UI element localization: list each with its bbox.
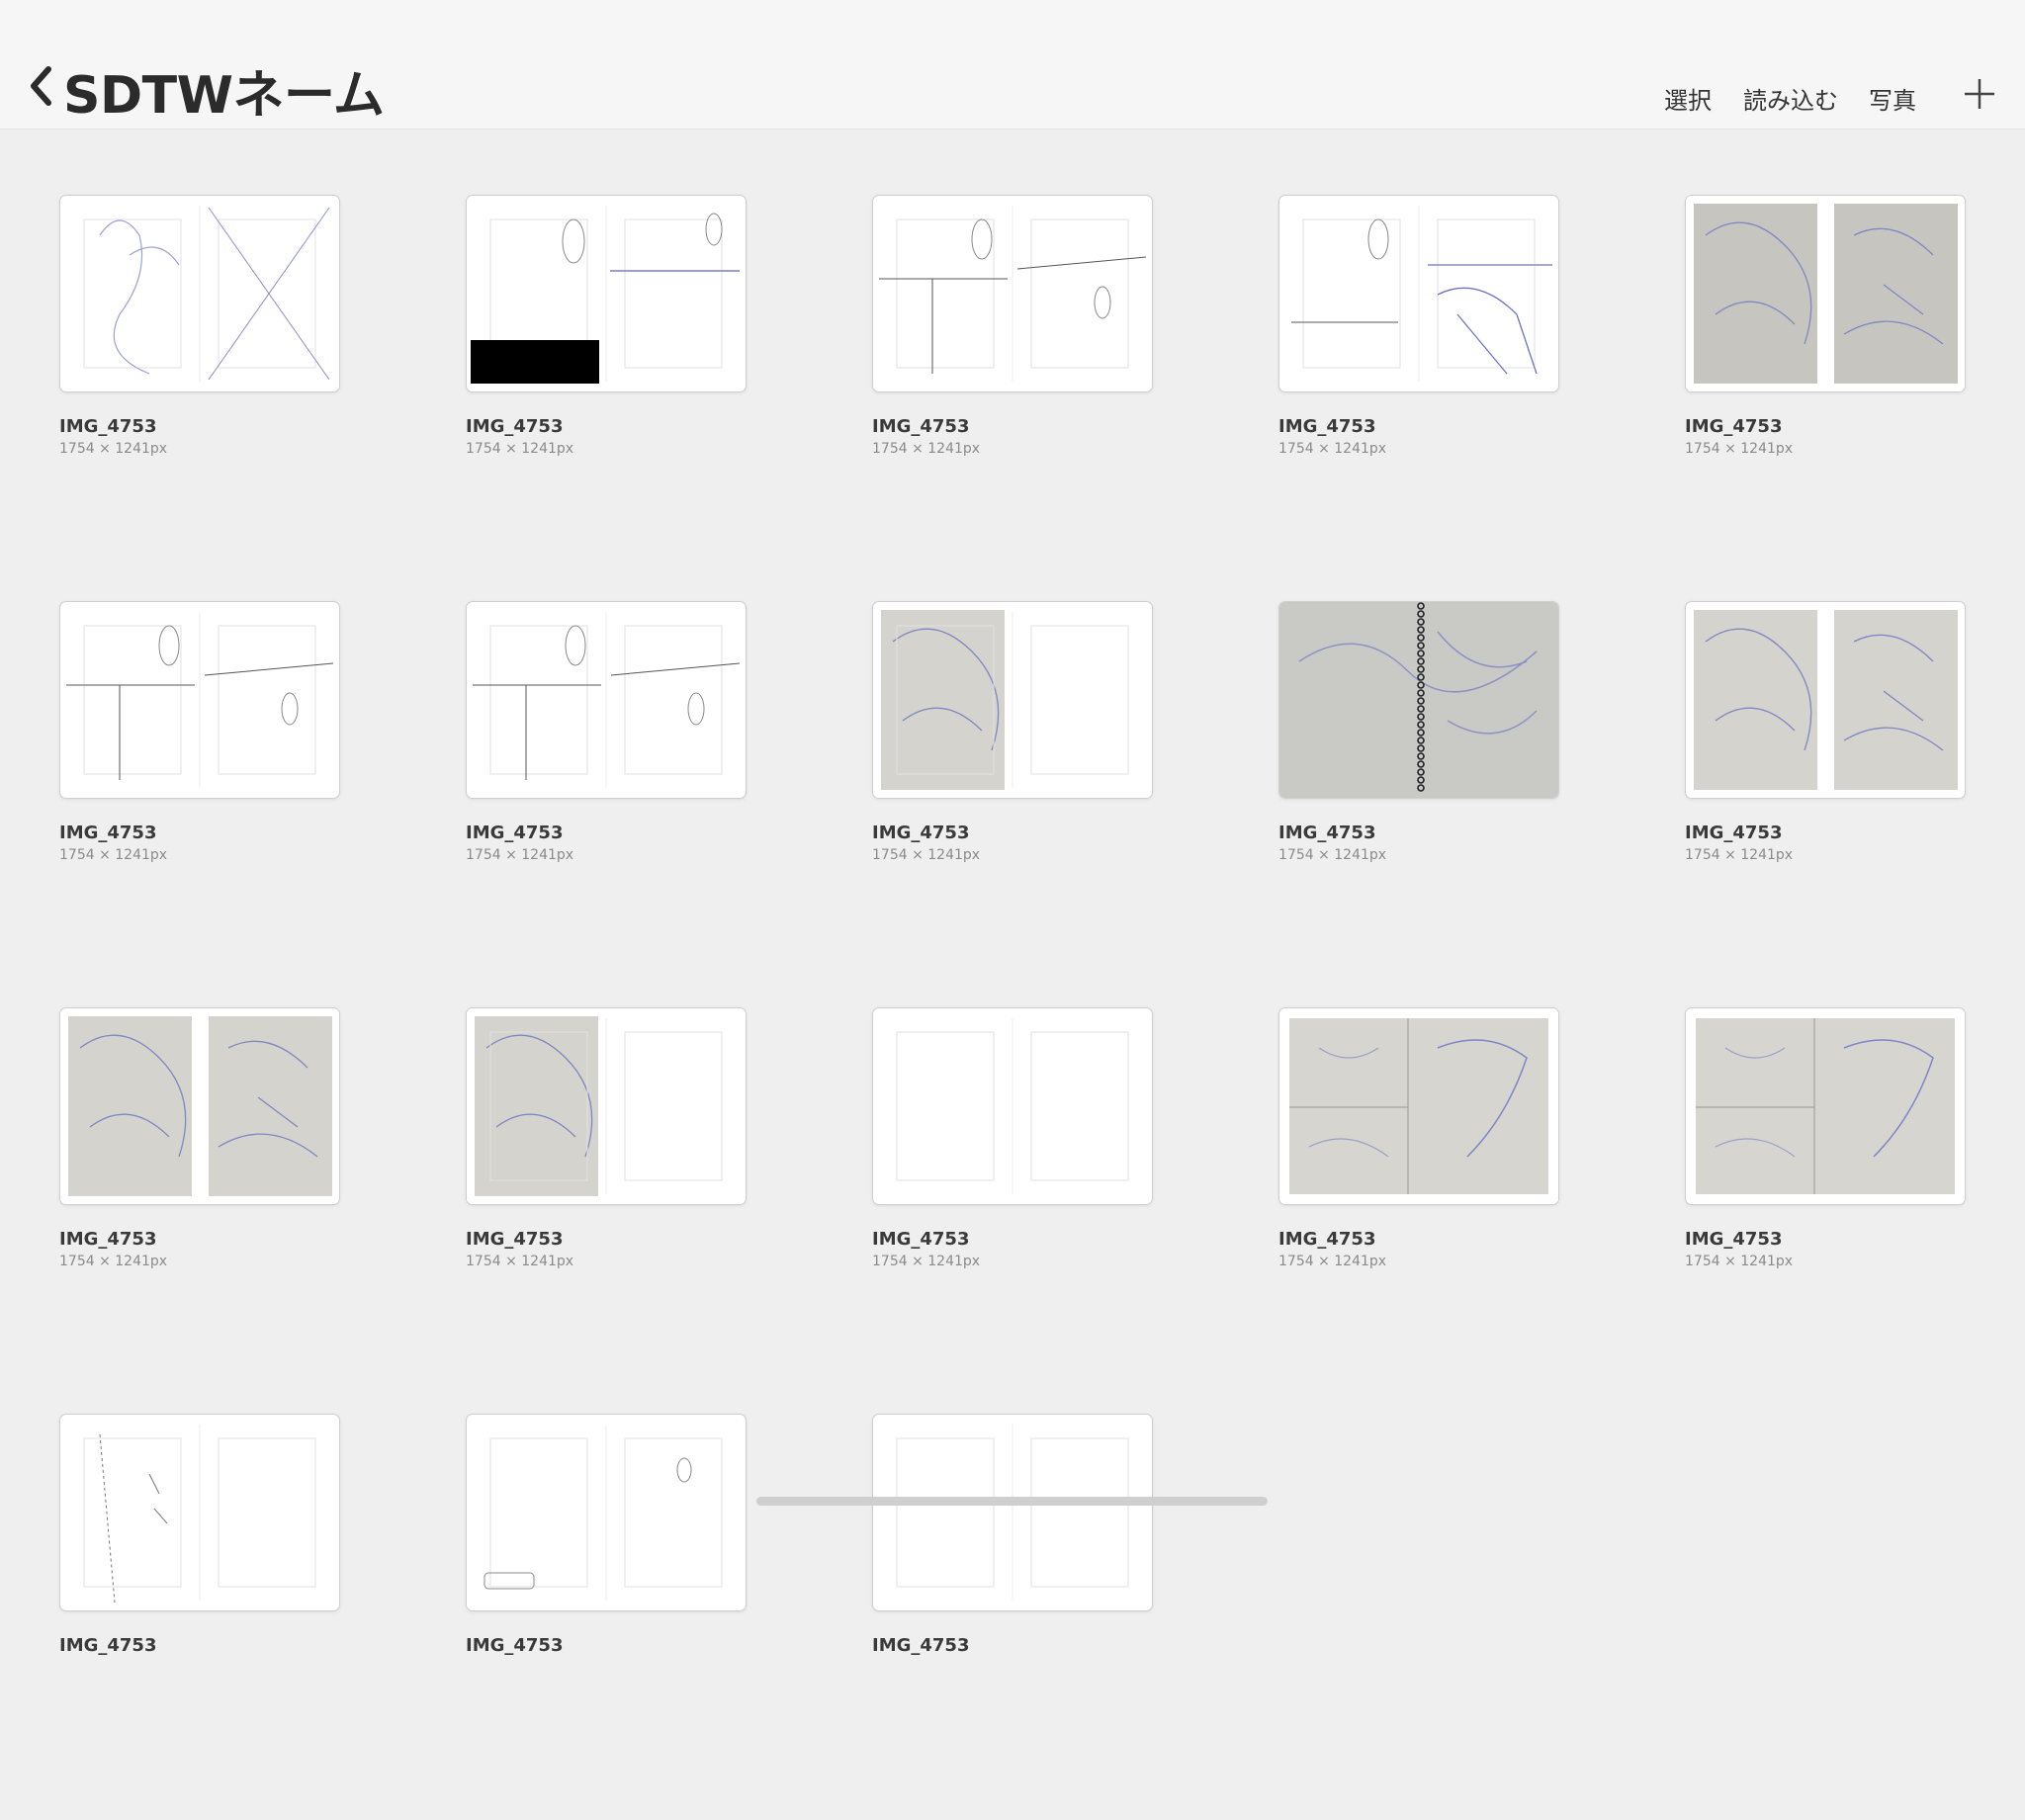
artwork-dimensions: 1754 × 1241px bbox=[59, 847, 168, 863]
artwork-preview-image bbox=[896, 1018, 1129, 1194]
artwork-name: IMG_4753 bbox=[872, 823, 970, 843]
artwork-dimensions: 1754 × 1241px bbox=[872, 441, 981, 457]
artwork-dimensions: 1754 × 1241px bbox=[872, 1254, 981, 1269]
artwork-thumbnail[interactable] bbox=[59, 195, 340, 392]
artwork-dimensions: 1754 × 1241px bbox=[59, 441, 168, 457]
artwork-thumbnail[interactable] bbox=[466, 1414, 747, 1611]
artwork-name: IMG_4753 bbox=[59, 1635, 157, 1656]
artwork-thumbnail[interactable] bbox=[1278, 195, 1559, 392]
artwork-card[interactable]: IMG_4753 1754 × 1241px bbox=[872, 601, 1153, 1007]
artwork-card[interactable]: IMG_4753 1754 × 1241px bbox=[1278, 1007, 1559, 1414]
artwork-thumbnail[interactable] bbox=[872, 1414, 1153, 1611]
artwork-preview-image bbox=[66, 612, 334, 788]
artwork-name: IMG_4753 bbox=[1278, 823, 1376, 843]
artwork-thumbnail[interactable] bbox=[466, 1007, 747, 1205]
artwork-dimensions: 1754 × 1241px bbox=[1685, 1254, 1794, 1269]
artwork-preview-image bbox=[1686, 196, 1965, 391]
artwork-thumbnail[interactable] bbox=[1685, 195, 1966, 392]
artwork-thumbnail[interactable] bbox=[59, 1414, 340, 1611]
artwork-name: IMG_4753 bbox=[1278, 416, 1376, 437]
artwork-card[interactable]: IMG_4753 bbox=[466, 1414, 747, 1820]
artwork-card[interactable]: IMG_4753 1754 × 1241px bbox=[466, 1007, 747, 1414]
artwork-preview-image bbox=[1279, 1008, 1558, 1204]
artwork-name: IMG_4753 bbox=[872, 416, 970, 437]
artwork-dimensions: 1754 × 1241px bbox=[466, 1254, 574, 1269]
navigation-bar: SDTWネーム 選択 読み込む 写真 bbox=[0, 0, 2025, 130]
artwork-name: IMG_4753 bbox=[59, 416, 157, 437]
artwork-card[interactable]: IMG_4753 1754 × 1241px bbox=[466, 195, 747, 601]
artwork-dimensions: 1754 × 1241px bbox=[872, 847, 981, 863]
artwork-preview-image bbox=[471, 206, 740, 384]
plus-icon bbox=[1965, 79, 1994, 109]
artwork-preview-image bbox=[83, 206, 330, 382]
artwork-name: IMG_4753 bbox=[466, 1635, 564, 1656]
artwork-dimensions: 1754 × 1241px bbox=[59, 1254, 168, 1269]
artwork-dimensions: 1754 × 1241px bbox=[466, 847, 574, 863]
artwork-thumbnail[interactable] bbox=[1685, 601, 1966, 799]
artwork-name: IMG_4753 bbox=[1685, 1229, 1783, 1250]
artwork-preview-image bbox=[467, 1008, 746, 1204]
artwork-preview-image bbox=[1686, 602, 1965, 798]
artwork-preview-image bbox=[1291, 206, 1552, 382]
artwork-thumbnail[interactable] bbox=[1278, 601, 1559, 799]
back-button[interactable] bbox=[22, 61, 61, 111]
artwork-thumbnail[interactable] bbox=[872, 195, 1153, 392]
artwork-card[interactable]: IMG_4753 1754 × 1241px bbox=[872, 1007, 1153, 1414]
artwork-name: IMG_4753 bbox=[59, 823, 157, 843]
artwork-name: IMG_4753 bbox=[466, 1229, 564, 1250]
artwork-card[interactable]: IMG_4753 1754 × 1241px bbox=[59, 601, 340, 1007]
artwork-gallery: IMG_4753 1754 × 1241px IMG_4753 1754 × 1241… bbox=[59, 195, 1966, 1820]
artwork-preview-image bbox=[473, 612, 741, 788]
artwork-thumbnail[interactable] bbox=[466, 195, 747, 392]
artwork-name: IMG_4753 bbox=[466, 823, 564, 843]
artwork-preview-image bbox=[60, 1008, 339, 1204]
artwork-preview-image bbox=[83, 1425, 316, 1603]
artwork-thumbnail[interactable] bbox=[872, 601, 1153, 799]
artwork-card[interactable]: IMG_4753 1754 × 1241px bbox=[466, 601, 747, 1007]
artwork-dimensions: 1754 × 1241px bbox=[1278, 1254, 1387, 1269]
artwork-dimensions: 1754 × 1241px bbox=[466, 441, 574, 457]
artwork-preview-image bbox=[1686, 1008, 1965, 1204]
artwork-thumbnail[interactable] bbox=[466, 601, 747, 799]
artwork-thumbnail[interactable] bbox=[1685, 1007, 1966, 1205]
artwork-card[interactable]: IMG_4753 1754 × 1241px bbox=[59, 195, 340, 601]
photos-button[interactable]: 写真 bbox=[1869, 81, 1916, 116]
artwork-name: IMG_4753 bbox=[466, 416, 564, 437]
artwork-name: IMG_4753 bbox=[872, 1229, 970, 1250]
artwork-card[interactable]: IMG_4753 1754 × 1241px bbox=[1278, 601, 1559, 1007]
artwork-thumbnail[interactable] bbox=[1278, 1007, 1559, 1205]
artwork-card[interactable]: IMG_4753 1754 × 1241px bbox=[59, 1007, 340, 1414]
artwork-name: IMG_4753 bbox=[872, 1635, 970, 1656]
artwork-card[interactable]: IMG_4753 bbox=[59, 1414, 340, 1820]
artwork-card[interactable]: IMG_4753 1754 × 1241px bbox=[1278, 195, 1559, 601]
artwork-thumbnail[interactable] bbox=[59, 601, 340, 799]
artwork-card[interactable]: IMG_4753 bbox=[872, 1414, 1153, 1820]
chevron-left-icon bbox=[31, 66, 51, 106]
artwork-thumbnail[interactable] bbox=[59, 1007, 340, 1205]
add-button[interactable] bbox=[1963, 77, 1996, 111]
artwork-name: IMG_4753 bbox=[1278, 1229, 1376, 1250]
page-title: SDTWネーム bbox=[63, 66, 385, 126]
scroll-indicator[interactable] bbox=[756, 1497, 1268, 1506]
artwork-name: IMG_4753 bbox=[1685, 416, 1783, 437]
select-button[interactable]: 選択 bbox=[1664, 81, 1712, 116]
import-button[interactable]: 読み込む bbox=[1743, 81, 1838, 116]
artwork-preview-image bbox=[484, 1425, 723, 1601]
artwork-card[interactable]: IMG_4753 1754 × 1241px bbox=[872, 195, 1153, 601]
artwork-dimensions: 1754 × 1241px bbox=[1685, 847, 1794, 863]
artwork-name: IMG_4753 bbox=[1685, 823, 1783, 843]
artwork-preview-image bbox=[1279, 602, 1558, 798]
artwork-preview-image bbox=[873, 602, 1152, 798]
artwork-preview-image bbox=[896, 1425, 1129, 1601]
artwork-card[interactable]: IMG_4753 1754 × 1241px bbox=[1685, 601, 1966, 1007]
artwork-name: IMG_4753 bbox=[59, 1229, 157, 1250]
artwork-thumbnail[interactable] bbox=[872, 1007, 1153, 1205]
artwork-card[interactable]: IMG_4753 1754 × 1241px bbox=[1685, 1007, 1966, 1414]
artwork-dimensions: 1754 × 1241px bbox=[1278, 847, 1387, 863]
artwork-dimensions: 1754 × 1241px bbox=[1278, 441, 1387, 457]
artwork-preview-image bbox=[879, 206, 1147, 382]
artwork-dimensions: 1754 × 1241px bbox=[1685, 441, 1794, 457]
artwork-card[interactable]: IMG_4753 1754 × 1241px bbox=[1685, 195, 1966, 601]
